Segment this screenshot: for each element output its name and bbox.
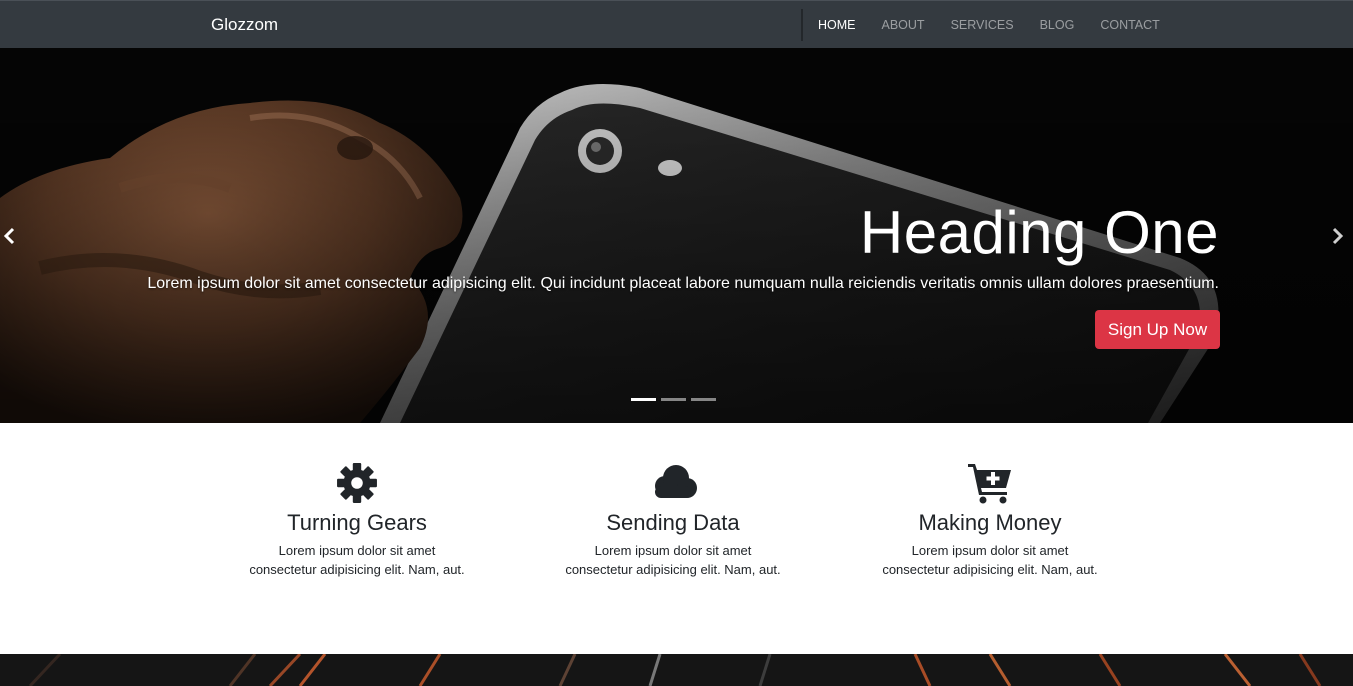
hero-heading: Heading One [859,199,1219,266]
carousel-next-button[interactable] [1327,224,1347,248]
feature-title: Turning Gears [287,510,427,535]
carousel-indicator-3[interactable] [691,398,716,401]
gear-icon [337,463,377,503]
nav-link-contact[interactable]: CONTACT [1100,18,1160,32]
nav-links: HOME ABOUT SERVICES BLOG CONTACT [818,18,1186,32]
nav-divider [801,9,803,41]
next-section-background-image [0,654,1353,686]
chevron-left-icon [3,227,15,245]
feature-title: Sending Data [606,510,740,535]
hero-description: Lorem ipsum dolor sit amet consectetur a… [147,275,1219,292]
feature-making-money: Making Money Lorem ipsum dolor sit amet … [860,462,1120,579]
chevron-right-icon [1332,227,1344,245]
carousel-indicators [631,398,721,401]
nav-link-blog[interactable]: BLOG [1040,18,1075,32]
sign-up-button[interactable]: Sign Up Now [1095,310,1220,349]
brand-logo[interactable]: Glozzom [211,15,278,35]
feature-sending-data: Sending Data Lorem ipsum dolor sit amet … [543,462,803,579]
nav-link-services[interactable]: SERVICES [951,18,1014,32]
carousel-indicator-1[interactable] [631,398,656,401]
feature-text: Lorem ipsum dolor sit amet consectetur a… [882,543,1098,577]
navbar: Glozzom HOME ABOUT SERVICES BLOG CONTACT [0,0,1353,48]
hero-carousel: Heading One Lorem ipsum dolor sit amet c… [0,48,1353,423]
carousel-prev-button[interactable] [0,224,20,248]
nav-link-about[interactable]: ABOUT [882,18,925,32]
feature-text: Lorem ipsum dolor sit amet consectetur a… [249,543,465,577]
cloud-icon [655,465,697,498]
feature-text: Lorem ipsum dolor sit amet consectetur a… [565,543,781,577]
nav-link-home[interactable]: HOME [818,18,856,32]
feature-title: Making Money [918,510,1062,535]
feature-turning-gears: Turning Gears Lorem ipsum dolor sit amet… [227,462,487,579]
carousel-indicator-2[interactable] [661,398,686,401]
cart-plus-icon [968,464,1011,504]
